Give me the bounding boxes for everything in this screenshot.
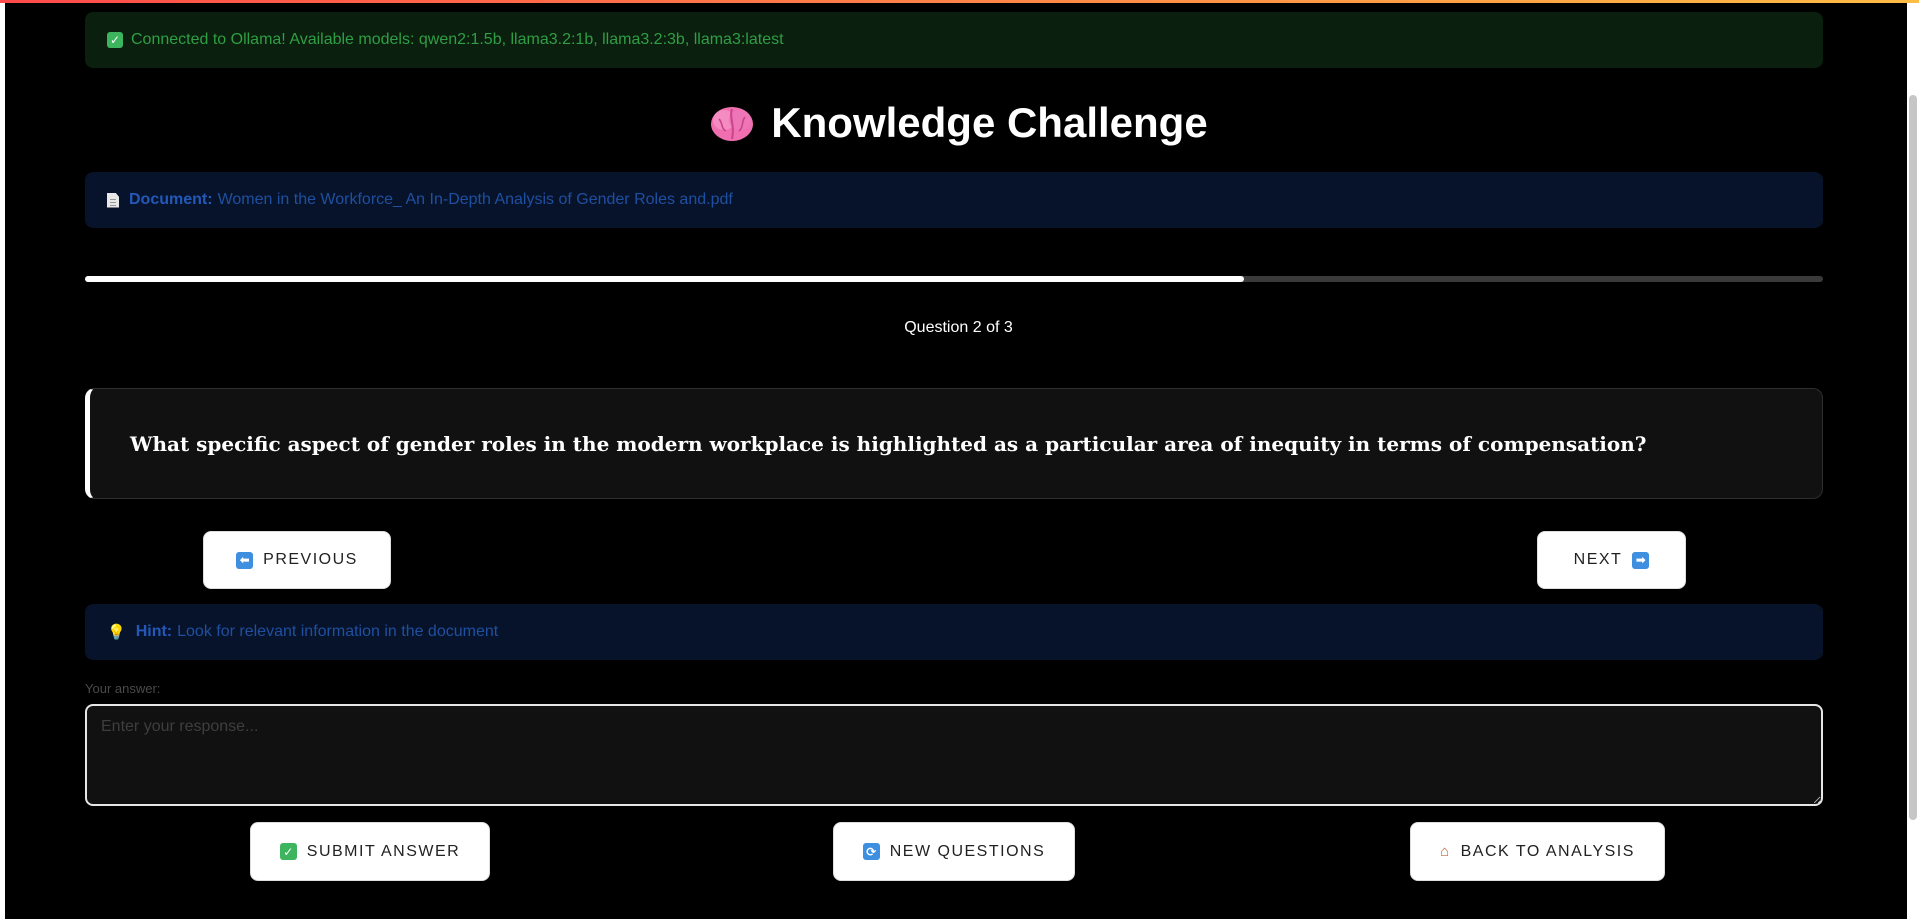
answer-textarea[interactable] [85,704,1823,806]
check-icon: ✓ [107,32,123,48]
brain-icon [709,103,755,143]
back-to-analysis-button[interactable]: ⌂ BACK TO ANALYSIS [1410,822,1665,881]
check-icon: ✓ [279,843,297,860]
question-counter: Question 2 of 3 [904,319,1013,336]
previous-button[interactable]: ⬅ PREVIOUS [203,531,391,589]
previous-button-label: PREVIOUS [263,551,358,568]
page-title-text: Knowledge Challenge [771,99,1208,146]
question-text: What specific aspect of gender roles in … [130,431,1647,456]
hint-alert: 💡 Hint: Look for relevant information in… [85,604,1823,660]
next-button-label: NEXT [1573,551,1623,568]
refresh-icon: ⟳ [862,843,880,860]
answer-label: Your answer: [85,681,161,696]
new-questions-button[interactable]: ⟳ NEW QUESTIONS [833,822,1075,881]
submit-answer-label: SUBMIT ANSWER [306,842,461,860]
connection-status-text: Connected to Ollama! Available models: q… [131,31,784,48]
scrollbar-thumb[interactable] [1909,95,1917,820]
house-icon: ⌂ [1440,843,1451,860]
next-button[interactable]: NEXT ➡ [1537,531,1686,589]
arrow-left-icon: ⬅ [236,551,254,569]
document-name: Women in the Workforce_ An In-Depth Anal… [217,191,733,208]
submit-answer-button[interactable]: ✓ SUBMIT ANSWER [250,822,490,881]
progress-bar [85,276,1823,282]
back-to-analysis-label: BACK TO ANALYSIS [1460,842,1635,860]
connection-status-alert: ✓ Connected to Ollama! Available models:… [85,12,1823,68]
hint-label: Hint: [135,623,173,640]
question-card: What specific aspect of gender roles in … [85,388,1823,499]
progress-bar-fill [85,276,1245,282]
hint-text: Look for relevant information in the doc… [177,623,499,640]
new-questions-label: NEW QUESTIONS [889,842,1046,860]
arrow-right-icon: ➡ [1632,551,1650,569]
app-root: ✓ Connected to Ollama! Available models:… [5,3,1912,919]
document-label: Document: [129,191,213,208]
lightbulb-icon: 💡 [107,624,126,641]
document-icon [107,192,119,208]
document-info-alert: Document: Women in the Workforce_ An In-… [85,172,1823,228]
page-title: Knowledge Challenge [5,99,1912,147]
